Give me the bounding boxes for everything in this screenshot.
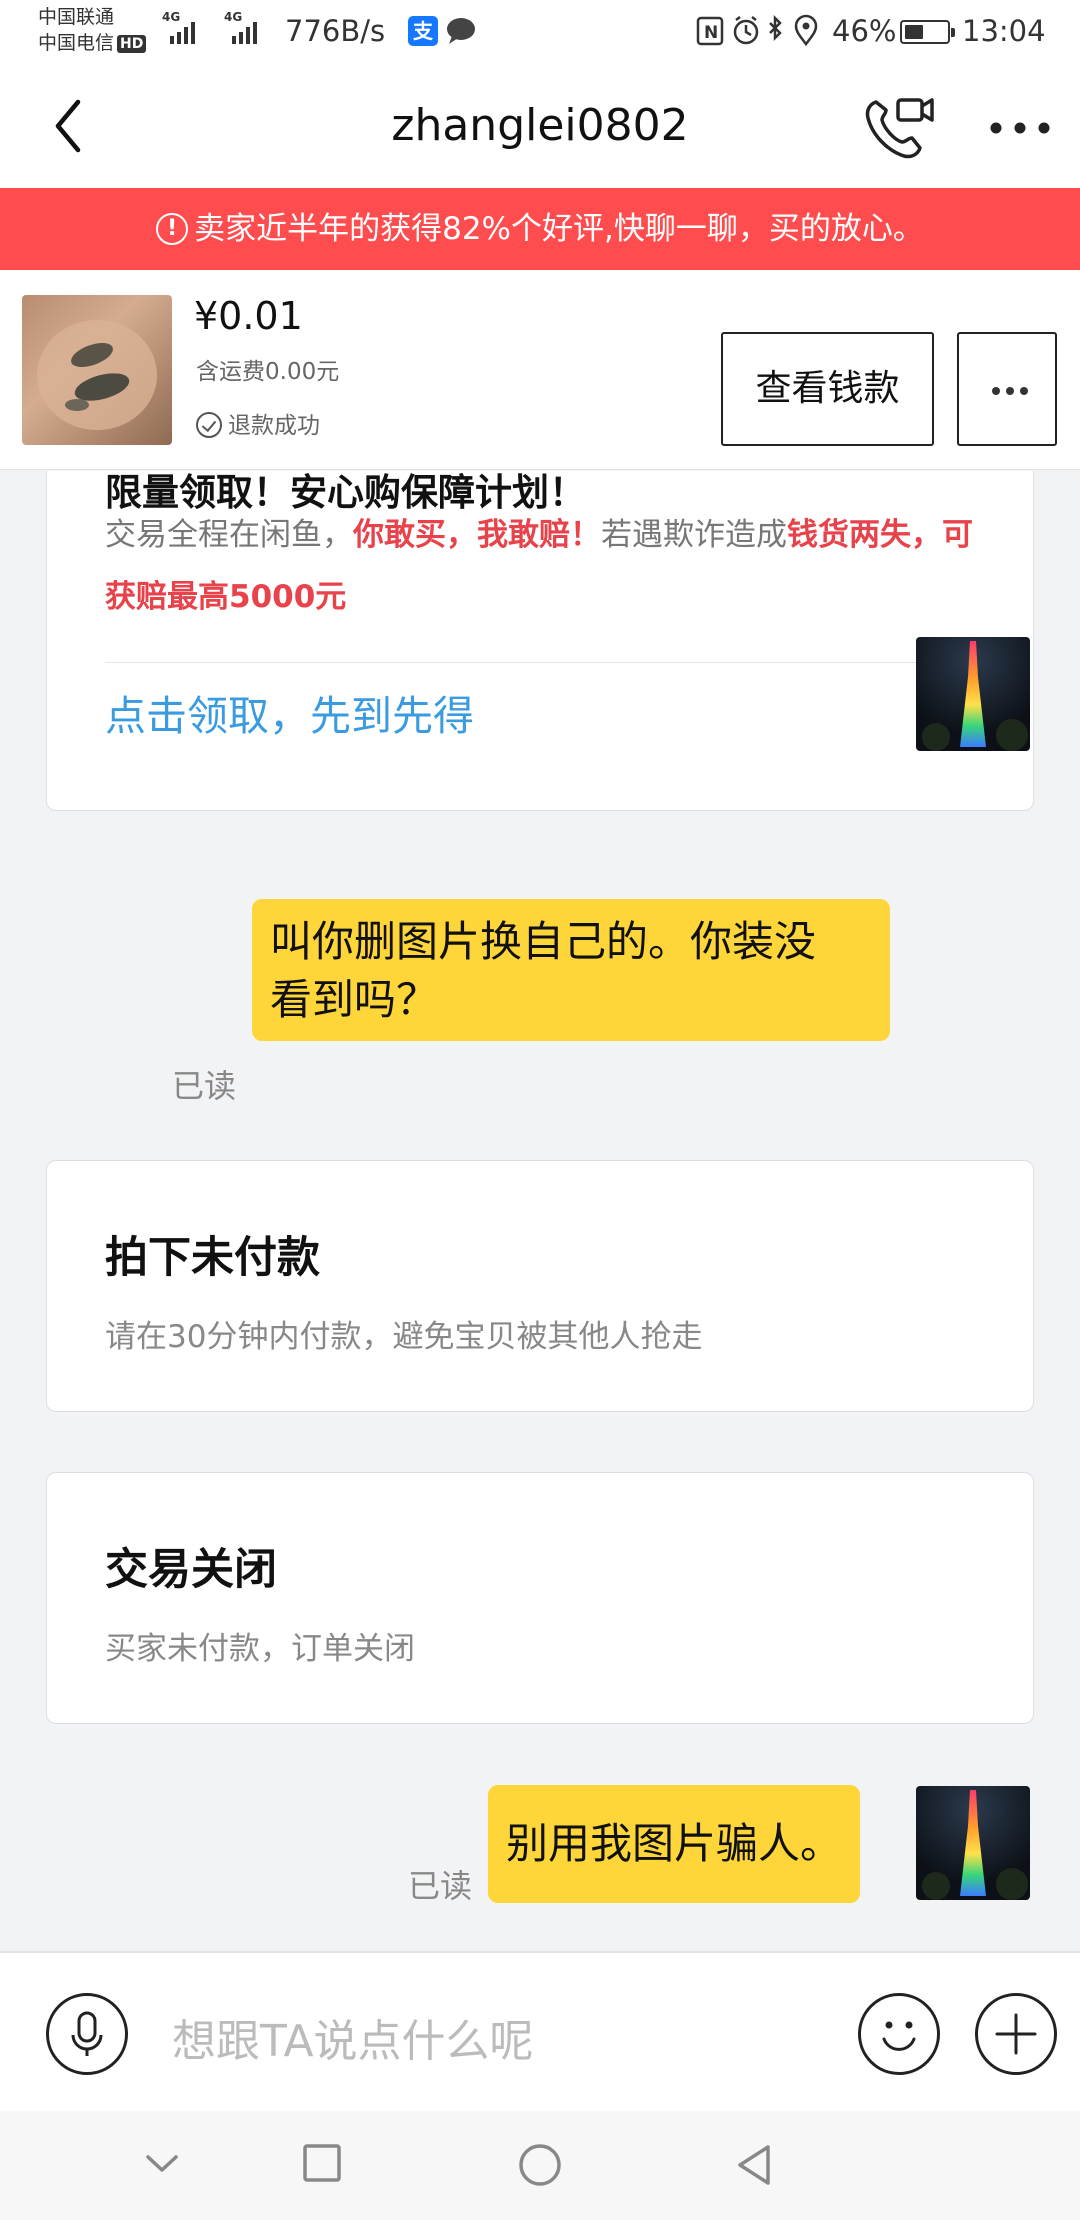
carrier-1: 中国联通 <box>38 6 115 28</box>
svg-text:N: N <box>704 23 718 43</box>
emoji-button[interactable] <box>858 1993 940 2075</box>
voice-input-button[interactable] <box>46 1993 128 2075</box>
message-icon <box>447 18 475 44</box>
refund-status: 退款成功 <box>196 406 320 440</box>
order-closed-subtitle: 买家未付款，订单关闭 <box>105 1631 415 1667</box>
recent-apps-icon[interactable] <box>302 2143 342 2183</box>
hd-badge: HD <box>117 35 147 53</box>
read-receipt: 已读 <box>172 1067 237 1105</box>
product-more-button[interactable] <box>957 332 1057 446</box>
shipping-fee: 含运费0.00元 <box>196 359 340 385</box>
protection-plan-body: 交易全程在闲鱼，你敢买，我敢赔！若遇欺诈造成钱货两失，可获赔最高5000元 <box>105 517 973 615</box>
add-attachment-button[interactable] <box>975 1993 1057 2075</box>
status-bar: 中国联通 中国电信 HD 4G 4G 776B/s 支 N 46% 13:04 <box>0 0 1080 64</box>
claim-link[interactable]: 点击领取，先到先得 <box>105 682 474 742</box>
plus-icon <box>995 2013 1037 2055</box>
battery-fill <box>905 25 923 39</box>
product-thumbnail[interactable] <box>22 295 172 445</box>
phone-video-call-icon[interactable] <box>862 94 934 160</box>
chat-bubble-outgoing[interactable]: 别用我图片骗人。 <box>488 1785 861 1903</box>
protection-plan-card: 限量领取！安心购保障计划！ 交易全程在闲鱼，你敢买，我敢赔！若遇欺诈造成钱货两失… <box>46 471 1034 811</box>
network-speed: 776B/s <box>285 14 386 48</box>
carrier-2: 中国电信 <box>38 32 115 54</box>
clock: 13:04 <box>962 14 1046 48</box>
battery-icon <box>900 20 955 44</box>
warning-icon: ! <box>156 213 189 245</box>
order-unpaid-title: 拍下未付款 <box>105 1233 320 1283</box>
smiley-icon <box>882 2021 916 2051</box>
back-nav-icon[interactable] <box>734 2143 774 2187</box>
more-dots-icon <box>992 387 1028 395</box>
refund-status-label: 退款成功 <box>228 413 320 439</box>
carrier-info: 中国联通 中国电信 HD <box>38 4 147 56</box>
chat-header: zhanglei0802 <box>0 64 1080 188</box>
avatar[interactable] <box>916 637 1030 751</box>
check-circle-icon <box>196 412 222 438</box>
read-receipt: 已读 <box>408 1867 473 1905</box>
banner-text: 卖家近半年的获得82%个好评,快聊一聊，买的放心。 <box>194 211 924 247</box>
alipay-icon: 支 <box>408 16 438 46</box>
order-unpaid-card[interactable]: 拍下未付款 请在30分钟内付款，避免宝贝被其他人抢走 <box>46 1160 1034 1412</box>
order-closed-title: 交易关闭 <box>105 1545 277 1595</box>
order-closed-card[interactable]: 交易关闭 买家未付款，订单关闭 <box>46 1472 1034 1724</box>
divider <box>105 662 977 663</box>
chat-bubble-outgoing[interactable]: 叫你删图片换自己的。你装没 看到吗？ <box>252 899 890 1041</box>
avatar[interactable] <box>916 1786 1030 1900</box>
battery-percent: 46% <box>832 14 897 48</box>
chat-messages[interactable]: 限量领取！安心购保障计划！ 交易全程在闲鱼，你敢买，我敢赔！若遇欺诈造成钱货两失… <box>0 471 1080 1951</box>
product-bar: ¥0.01 含运费0.00元 退款成功 查看钱款 <box>0 270 1080 470</box>
seller-rating-banner[interactable]: ! 卖家近半年的获得82%个好评,快聊一聊，买的放心。 <box>0 188 1080 270</box>
product-price: ¥0.01 <box>194 294 303 338</box>
hide-keyboard-icon[interactable] <box>142 2143 182 2183</box>
home-icon[interactable] <box>518 2143 562 2187</box>
system-icons: N <box>696 14 818 47</box>
view-money-button[interactable]: 查看钱款 <box>721 332 934 446</box>
microphone-icon <box>71 2011 103 2056</box>
order-unpaid-subtitle: 请在30分钟内付款，避免宝贝被其他人抢走 <box>105 1319 703 1355</box>
message-input-bar: 想跟TA说点什么呢 <box>0 1951 1080 2111</box>
message-input[interactable]: 想跟TA说点什么呢 <box>172 2005 534 2069</box>
system-navigation-bar <box>0 2111 1080 2220</box>
more-options-icon[interactable] <box>990 122 1050 134</box>
